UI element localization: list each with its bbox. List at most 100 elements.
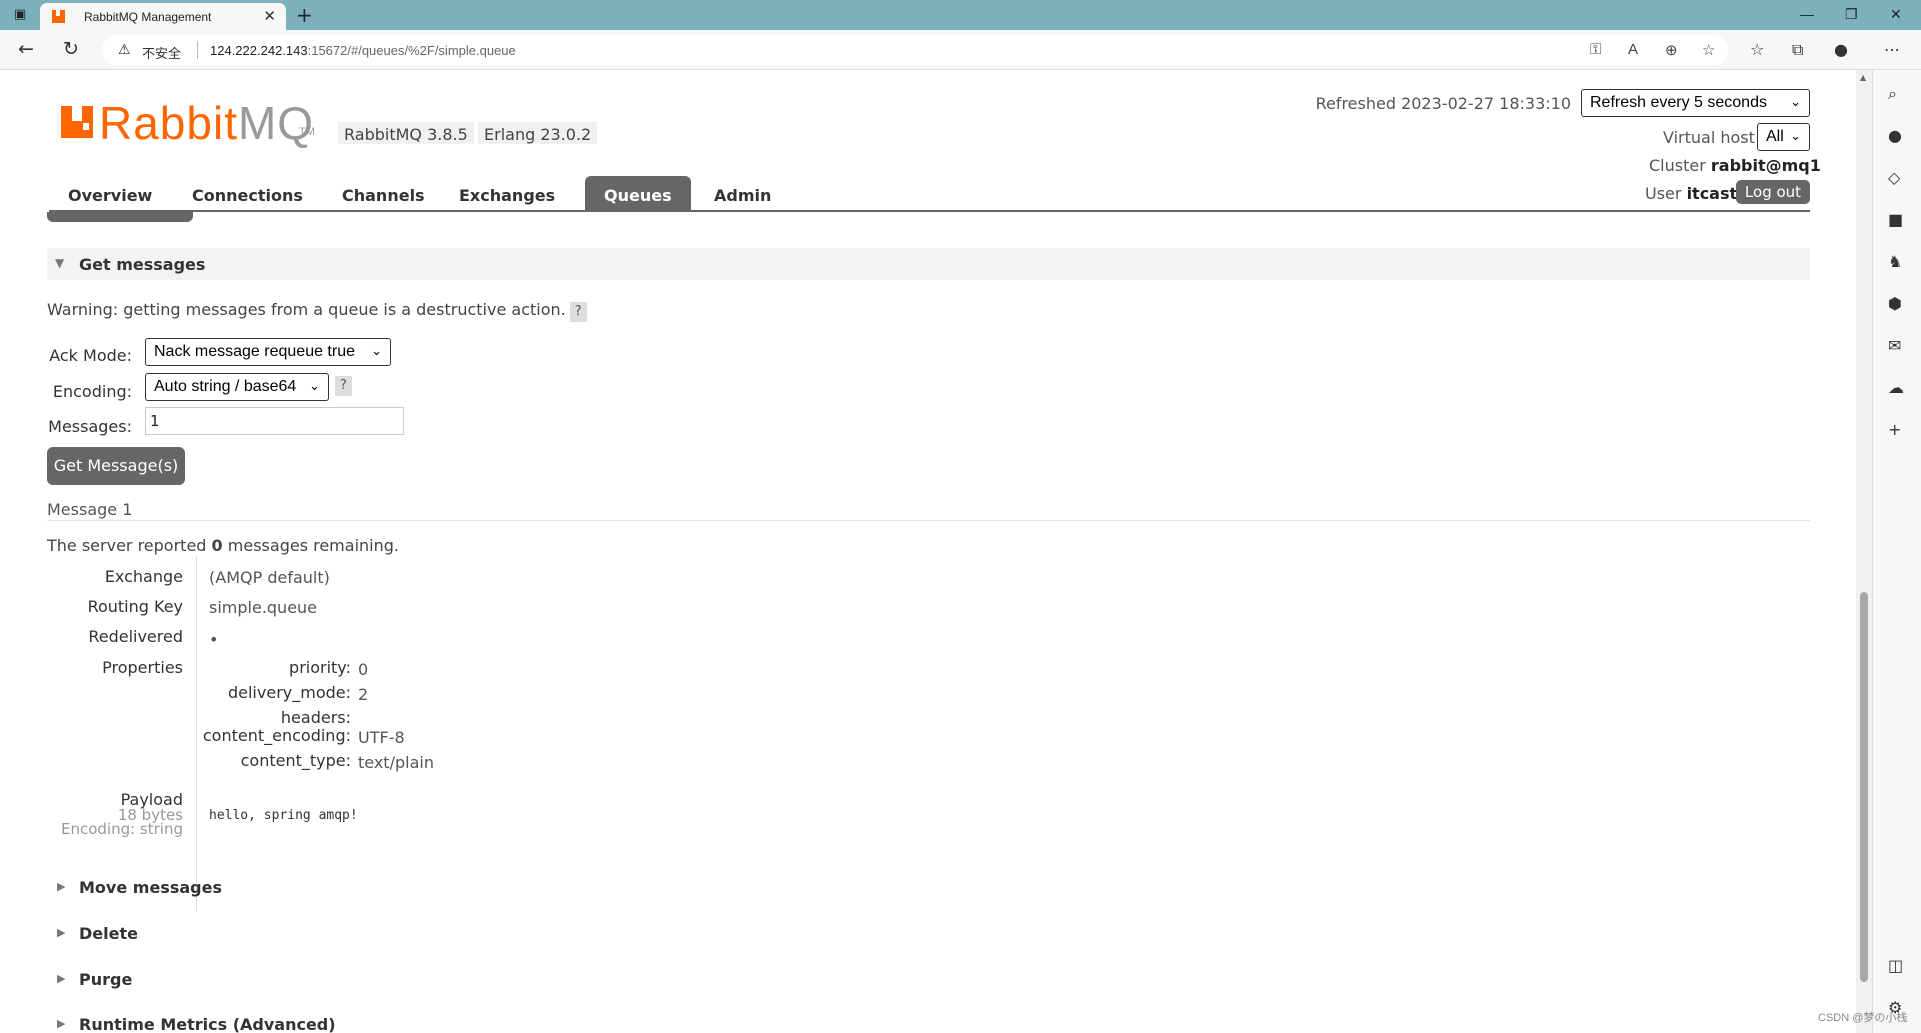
favorite-icon[interactable]: ☆: [1702, 41, 1715, 59]
purge-title: Purge: [79, 970, 133, 989]
property-value: text/plain: [358, 753, 434, 772]
routing-key-label: Routing Key: [87, 597, 183, 616]
exchange-label: Exchange: [104, 567, 183, 586]
key-icon[interactable]: ⚿: [1590, 41, 1601, 58]
office-icon[interactable]: ⬢: [1888, 294, 1902, 313]
csdn-watermark: CSDN @梦の小栈: [1818, 1012, 1908, 1024]
encoding-value: Auto string / base64: [154, 378, 297, 395]
cloud-icon[interactable]: ☁: [1888, 378, 1904, 397]
close-window-icon[interactable]: ✕: [1890, 6, 1902, 23]
minimize-icon[interactable]: —: [1800, 6, 1814, 22]
property-value: 0: [358, 660, 369, 679]
expand-triangle-icon: ▶: [57, 972, 66, 985]
search-icon[interactable]: ⌕: [1888, 84, 1897, 104]
properties-label: Properties: [102, 658, 183, 677]
remaining-prefix: The server reported: [47, 536, 207, 555]
rabbitmq-favicon-icon: [52, 10, 65, 23]
message-divider: [47, 520, 1810, 521]
virtual-host-label: Virtual host: [1663, 128, 1755, 147]
logo-tm: TM: [299, 126, 315, 138]
ack-mode-label: Ack Mode:: [49, 346, 132, 365]
tab-overview[interactable]: Overview: [49, 176, 171, 212]
refresh-interval-value: Refresh every 5 seconds: [1590, 94, 1767, 111]
url-path: :15672/#/queues/%2F/simple.queue: [307, 43, 516, 58]
property-value: UTF-8: [358, 728, 405, 747]
get-messages-button[interactable]: Get Message(s): [47, 447, 185, 485]
tab-admin[interactable]: Admin: [695, 176, 790, 212]
browser-tab[interactable]: RabbitMQ Management ✕: [40, 3, 286, 30]
new-tab-icon[interactable]: +: [296, 3, 313, 27]
get-messages-header[interactable]: ▼ Get messages: [47, 248, 1810, 280]
property-key: delivery_mode:: [227, 683, 351, 702]
outlook-icon[interactable]: ✉: [1888, 336, 1901, 355]
tab-exchanges[interactable]: Exchanges: [440, 176, 574, 212]
restore-icon[interactable]: ❐: [1845, 6, 1858, 23]
encoding-help-icon[interactable]: ?: [335, 376, 352, 396]
ack-mode-value: Nack message requeue true: [154, 343, 355, 360]
expand-triangle-icon: ▶: [57, 880, 66, 893]
profile-icon[interactable]: ●: [1834, 40, 1848, 59]
tab-connections[interactable]: Connections: [173, 176, 322, 212]
messages-remaining: The server reported 0 messages remaining…: [47, 536, 399, 555]
split-screen-icon[interactable]: ◫: [1888, 956, 1903, 975]
add-icon[interactable]: +: [1888, 420, 1901, 439]
tab-queues[interactable]: Queues: [585, 176, 691, 212]
encoding-label: Encoding:: [52, 382, 132, 401]
warning-text: Warning: getting messages from a queue i…: [47, 300, 566, 319]
url-text[interactable]: 124.222.242.143:15672/#/queues/%2F/simpl…: [210, 43, 516, 58]
move-messages-title: Move messages: [79, 878, 222, 897]
favorites-icon[interactable]: ☆: [1750, 40, 1764, 59]
scroll-up-icon[interactable]: ▲: [1860, 73, 1866, 82]
insecure-label[interactable]: 不安全: [142, 43, 181, 62]
property-key: headers:: [280, 708, 351, 727]
property-key: priority:: [289, 658, 351, 677]
logo-mq: MQ: [237, 97, 315, 149]
back-icon[interactable]: ←: [18, 38, 34, 60]
briefcase-icon[interactable]: ■: [1888, 210, 1903, 229]
tab-actions-icon[interactable]: ▣: [14, 7, 30, 23]
messages-count-label: Messages:: [48, 417, 132, 436]
tag-icon[interactable]: ◇: [1888, 168, 1900, 187]
read-aloud-icon[interactable]: A: [1628, 41, 1638, 58]
more-icon[interactable]: ⋯: [1884, 40, 1900, 59]
remaining-count: 0: [211, 536, 223, 555]
virtual-host-select[interactable]: All ⌄: [1757, 123, 1810, 151]
messages-count-input[interactable]: 1: [145, 407, 404, 435]
page-scrollbar[interactable]: ▲: [1856, 70, 1872, 1033]
games-icon[interactable]: ♞: [1888, 252, 1902, 271]
payload-encoding: Encoding: string: [60, 820, 183, 838]
refresh-interval-select[interactable]: Refresh every 5 seconds ⌄: [1581, 89, 1810, 117]
cluster-info: Cluster rabbit@mq1: [1649, 156, 1821, 175]
chevron-down-icon: ⌄: [1790, 94, 1801, 109]
property-key: content_type:: [240, 751, 351, 770]
chat-icon[interactable]: ●: [1888, 126, 1902, 145]
previous-section-button-edge[interactable]: [47, 212, 193, 222]
tab-channels[interactable]: Channels: [323, 176, 444, 212]
property-value: 2: [358, 685, 369, 704]
warning-icon[interactable]: ⚠: [118, 41, 131, 58]
encoding-select[interactable]: Auto string / base64 ⌄: [145, 373, 329, 401]
warning-help-icon[interactable]: ?: [569, 302, 587, 322]
redelivered-label: Redelivered: [88, 627, 183, 646]
cluster-name: rabbit@mq1: [1710, 156, 1821, 175]
main-nav-tabs: Overview Connections Channels Exchanges …: [49, 176, 1810, 212]
ack-mode-select[interactable]: Nack message requeue true ⌄: [145, 338, 391, 366]
collections-icon[interactable]: ⧉: [1792, 40, 1803, 60]
runtime-metrics-title: Runtime Metrics (Advanced): [79, 1015, 336, 1033]
scrollbar-thumb[interactable]: [1860, 592, 1868, 982]
chevron-down-icon: ⌄: [371, 343, 382, 358]
reload-icon[interactable]: ↻: [63, 38, 79, 60]
rabbitmq-logo-mark: [61, 106, 93, 138]
url-bar[interactable]: ⚠ 不安全 124.222.242.143:15672/#/queues/%2F…: [102, 35, 1728, 65]
property-key: content_encoding:: [202, 726, 351, 745]
browser-sidebar: ⌕ ● ◇ ■ ♞ ⬢ ✉ ☁ + ◫ ⚙: [1872, 70, 1921, 1033]
exchange-value: (AMQP default): [209, 568, 330, 587]
tab-title: RabbitMQ Management: [84, 10, 212, 24]
remaining-suffix: messages remaining.: [227, 536, 399, 555]
delete-title: Delete: [79, 924, 138, 943]
logo-rabbit: Rabbit: [99, 97, 238, 149]
close-tab-icon[interactable]: ✕: [263, 7, 276, 25]
message-title: Message 1: [47, 500, 133, 519]
zoom-icon[interactable]: ⊕: [1665, 41, 1678, 59]
routing-key-value: simple.queue: [209, 598, 318, 617]
